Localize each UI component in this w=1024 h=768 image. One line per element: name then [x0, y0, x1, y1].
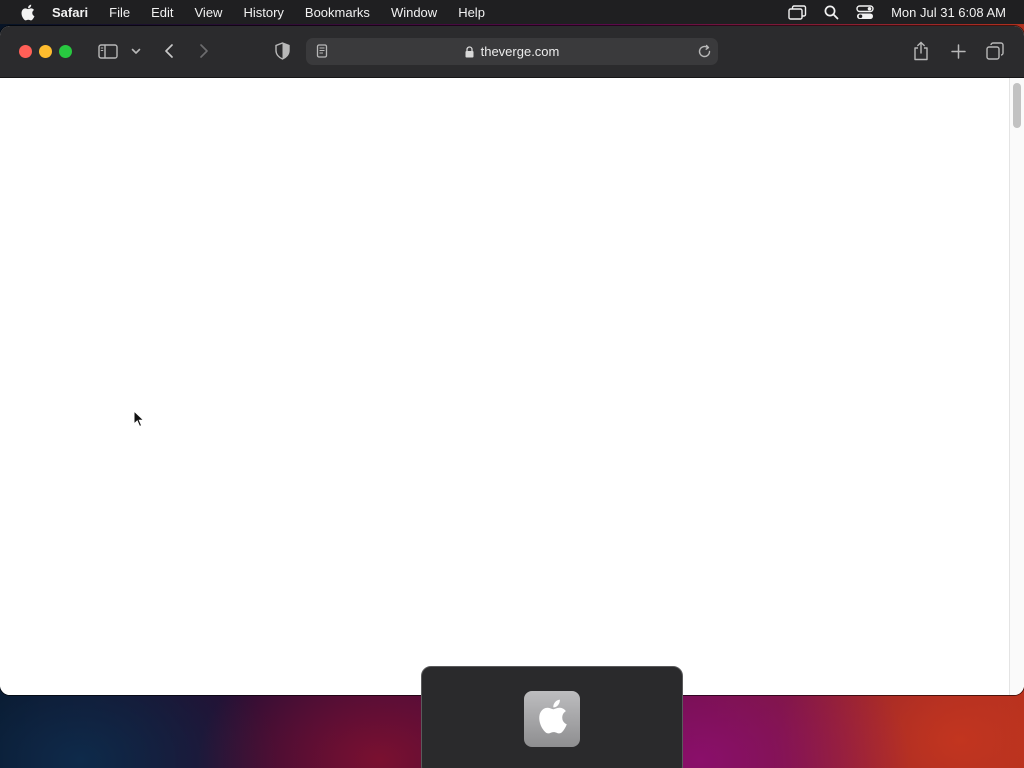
menu-bar-status-area: Mon Jul 31 6:08 AM — [773, 0, 1006, 24]
menu-view[interactable]: View — [195, 5, 223, 20]
menu-bookmarks[interactable]: Bookmarks — [305, 5, 370, 20]
privacy-shield-icon[interactable] — [273, 41, 291, 61]
chevron-down-icon[interactable] — [130, 46, 142, 56]
address-bar[interactable]: theverge.com — [306, 38, 718, 65]
control-center-icon[interactable] — [855, 3, 875, 21]
menu-file[interactable]: File — [109, 5, 130, 20]
menu-help[interactable]: Help — [458, 5, 485, 20]
tab-overview-icon[interactable] — [985, 41, 1005, 61]
safari-toolbar: theverge.com — [0, 26, 1024, 78]
url-text: theverge.com — [480, 44, 560, 59]
apple-logo-icon — [536, 698, 568, 740]
menu-bar: Safari File Edit View History Bookmarks … — [0, 0, 1024, 24]
forward-arrow-icon[interactable] — [196, 42, 212, 60]
mouse-pointer-icon — [133, 409, 145, 428]
new-tab-icon[interactable] — [949, 42, 967, 60]
menu-edit[interactable]: Edit — [151, 5, 173, 20]
vertical-scrollbar[interactable] — [1009, 78, 1024, 695]
spotlight-search-icon[interactable] — [821, 3, 841, 21]
menu-bar-clock[interactable]: Mon Jul 31 6:08 AM — [891, 5, 1006, 20]
app-switcher-panel — [421, 666, 683, 768]
minimize-window-button[interactable] — [39, 45, 52, 58]
share-icon[interactable] — [912, 40, 930, 62]
scrollbar-thumb[interactable] — [1013, 83, 1021, 128]
apple-logo-icon[interactable] — [18, 3, 36, 21]
back-arrow-icon[interactable] — [161, 42, 177, 60]
menu-app-name[interactable]: Safari — [52, 5, 88, 20]
url-display[interactable]: theverge.com — [306, 38, 718, 65]
sidebar-toggle-icon[interactable] — [97, 43, 119, 59]
menu-history[interactable]: History — [243, 5, 283, 20]
reload-icon[interactable] — [697, 44, 712, 59]
close-window-button[interactable] — [19, 45, 32, 58]
maximize-window-button[interactable] — [59, 45, 72, 58]
menu-window[interactable]: Window — [391, 5, 437, 20]
lock-icon — [465, 45, 475, 58]
web-content-area[interactable] — [0, 78, 1024, 695]
safari-window: theverge.com — [0, 26, 1024, 695]
app-switcher-item[interactable] — [524, 691, 580, 747]
stage-manager-icon[interactable] — [787, 3, 807, 21]
